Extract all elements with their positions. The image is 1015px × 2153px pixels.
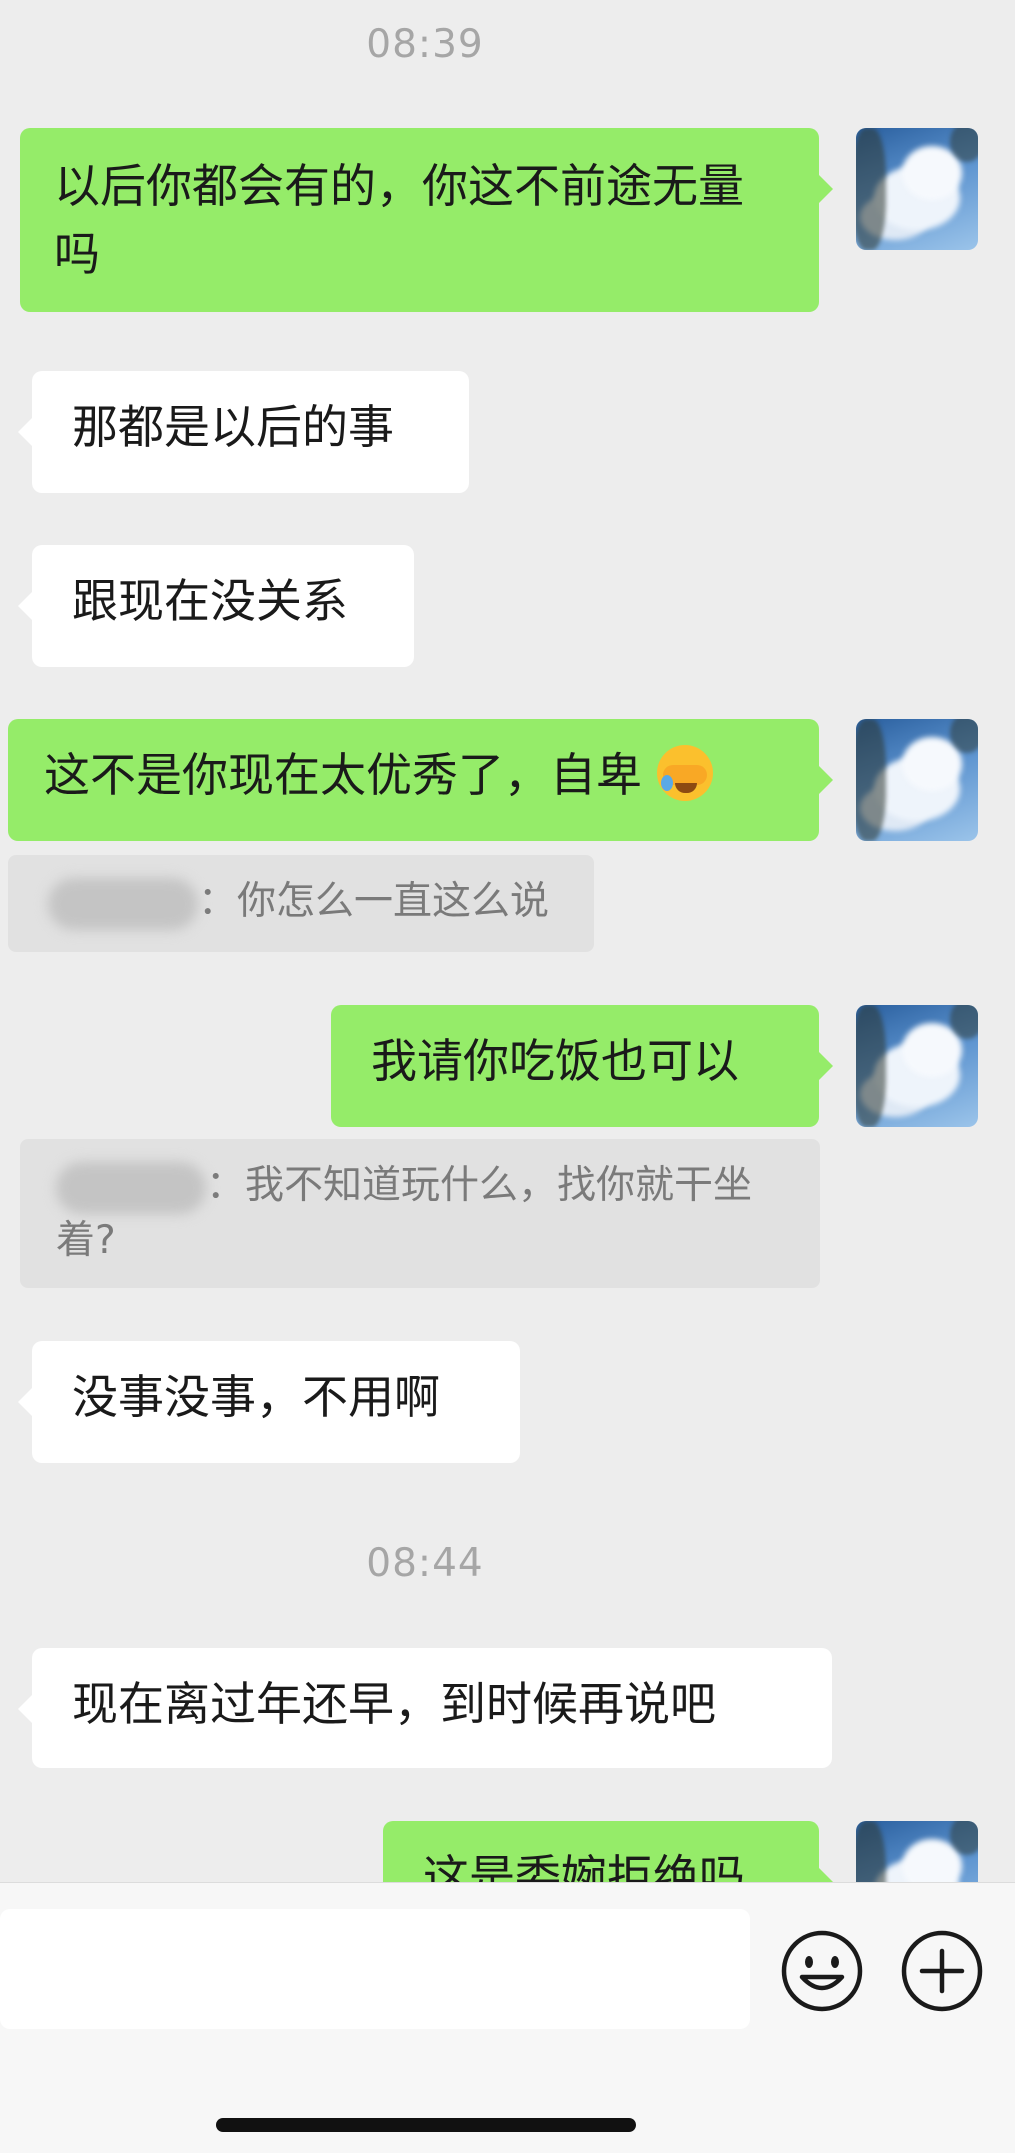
message-text: 这不是你现在太优秀了，自卑: [44, 748, 642, 802]
message-text: 这是委婉拒绝吗: [423, 1850, 745, 1882]
plus-circle-icon[interactable]: [900, 1929, 984, 2013]
message-text: 以后你都会有的，你这不前途无量吗: [54, 159, 744, 281]
quoted-reply[interactable]: ：你怎么一直这么说: [8, 855, 594, 952]
message-text: 跟现在没关系: [72, 574, 348, 628]
message-text: 那都是以后的事: [72, 400, 394, 454]
message-bubble-outgoing[interactable]: 以后你都会有的，你这不前途无量吗: [20, 128, 833, 312]
message-text: 现在离过年还早，到时候再说吧: [72, 1677, 716, 1731]
timestamp: 08:44: [366, 1541, 484, 1586]
quote-text: ：你怎么一直这么说: [198, 879, 550, 924]
face-with-tears-of-joy-icon: [656, 745, 713, 801]
message-bubble-outgoing[interactable]: 这不是你现在太优秀了，自卑: [8, 719, 833, 841]
message-bubble-incoming[interactable]: 没事没事，不用啊: [18, 1341, 520, 1463]
message-list[interactable]: 08:39 以后你都会有的，你这不前途无量吗 那都是以后的事 跟现在没关系 这不…: [0, 0, 1015, 1882]
message-bubble-incoming[interactable]: 跟现在没关系: [18, 545, 414, 667]
input-bar: [0, 1882, 1015, 2153]
home-indicator[interactable]: [216, 2118, 636, 2132]
my-avatar[interactable]: [856, 1005, 978, 1127]
message-text: 我请你吃饭也可以: [371, 1034, 739, 1088]
blurred-username: [56, 1161, 206, 1214]
quoted-reply[interactable]: ：我不知道玩什么，找你就干坐着?: [20, 1139, 820, 1288]
message-bubble-outgoing[interactable]: 这是委婉拒绝吗: [383, 1821, 833, 1882]
blurred-username: [48, 877, 198, 930]
message-text: 没事没事，不用啊: [72, 1370, 440, 1424]
my-avatar[interactable]: [856, 128, 978, 250]
my-avatar[interactable]: [856, 1821, 978, 1882]
message-bubble-incoming[interactable]: 那都是以后的事: [18, 371, 469, 493]
smiley-face-icon[interactable]: [780, 1929, 864, 2013]
message-bubble-outgoing[interactable]: 我请你吃饭也可以: [331, 1005, 833, 1127]
message-input[interactable]: [0, 1909, 750, 2029]
chat-screen: 08:39 以后你都会有的，你这不前途无量吗 那都是以后的事 跟现在没关系 这不…: [0, 0, 1015, 2153]
my-avatar[interactable]: [856, 719, 978, 841]
timestamp: 08:39: [366, 22, 484, 67]
message-bubble-incoming[interactable]: 现在离过年还早，到时候再说吧: [18, 1648, 832, 1768]
